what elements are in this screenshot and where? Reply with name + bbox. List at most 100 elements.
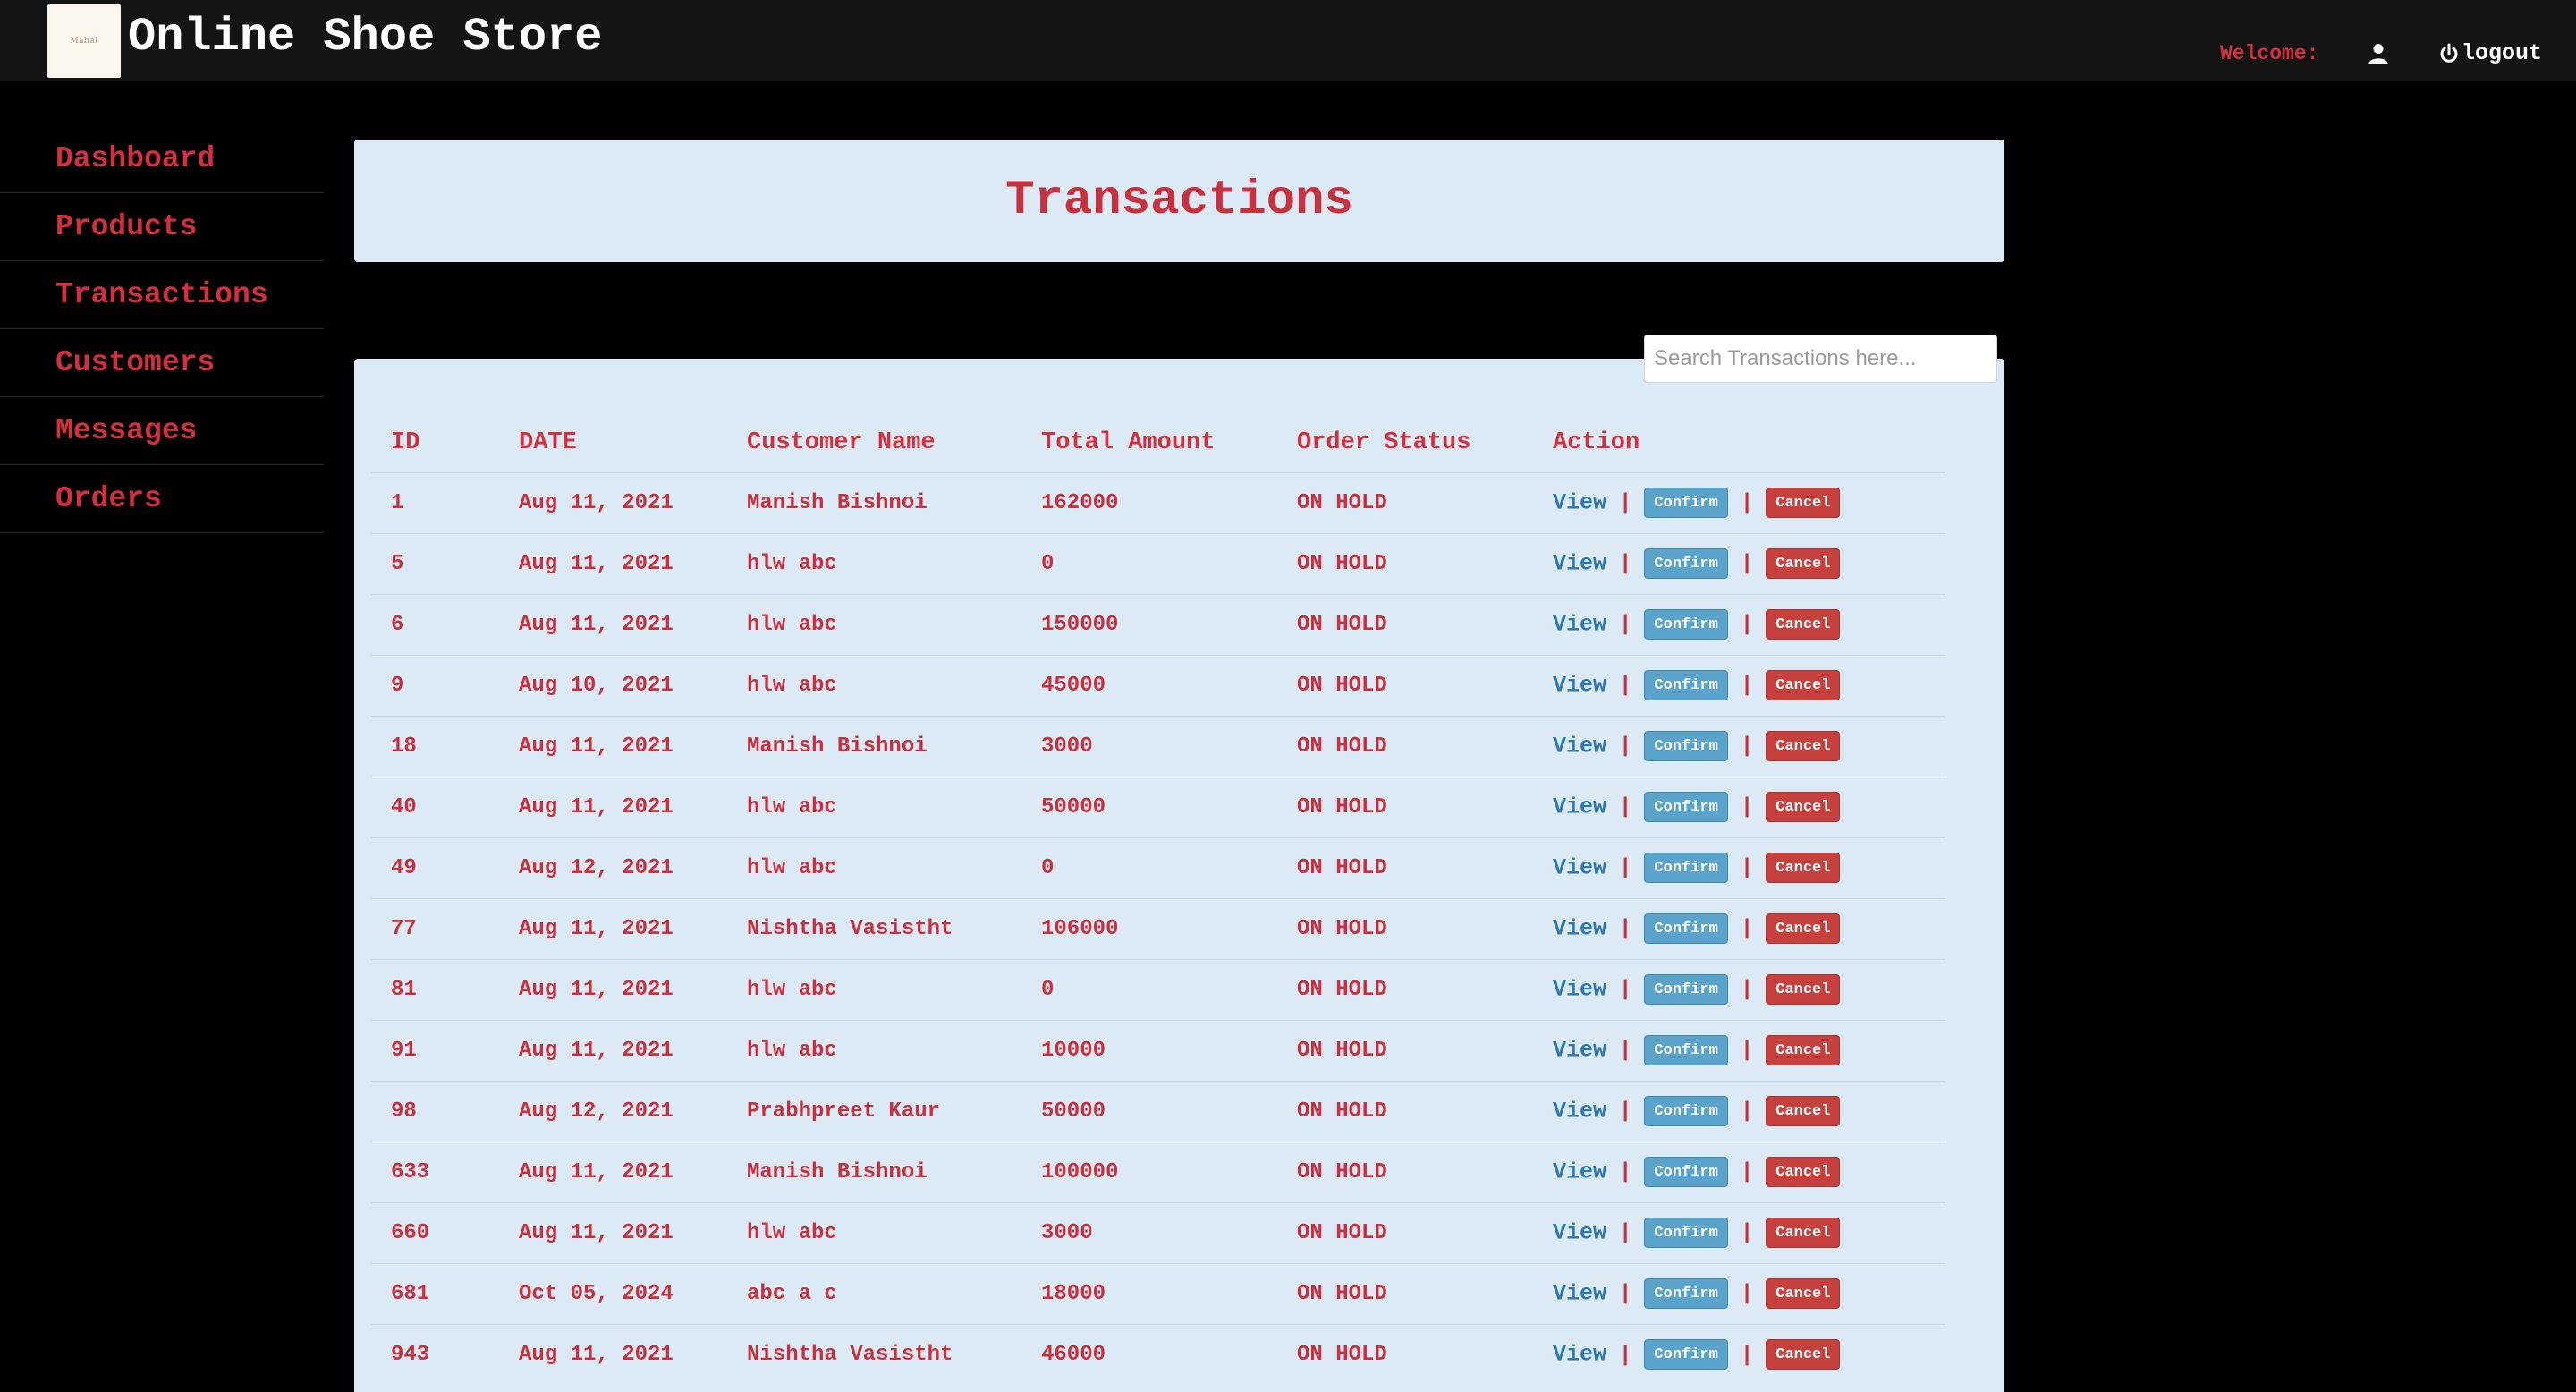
confirm-button[interactable]: Confirm [1644,853,1728,883]
cell-actions: View | Confirm | Cancel [1533,715,1945,777]
cancel-button[interactable]: Cancel [1766,609,1841,640]
view-link[interactable]: View [1553,915,1606,941]
sidebar-item-dashboard[interactable]: Dashboard [0,125,324,193]
view-link[interactable]: View [1553,1037,1606,1063]
cell-amount: 162000 [1021,471,1277,533]
cell-actions: View | Confirm | Cancel [1533,836,1945,898]
cancel-button[interactable]: Cancel [1766,974,1841,1005]
view-link[interactable]: View [1553,1280,1606,1306]
cancel-button[interactable]: Cancel [1766,1157,1841,1187]
cell-date: Aug 11, 2021 [499,593,727,655]
separator: | [1619,917,1632,942]
table-body: 1 Aug 11, 2021 Manish Bishnoi 162000 ON HOLD… [371,471,1945,1385]
cell-customer: Manish Bishnoi [727,715,1021,777]
view-link[interactable]: View [1553,794,1606,819]
cell-actions: View | Confirm | Cancel [1533,897,1945,959]
sidebar-item-transactions[interactable]: Transactions [0,261,324,329]
cell-amount: 3000 [1021,1201,1277,1263]
cell-date: Aug 11, 2021 [499,715,727,777]
confirm-button[interactable]: Confirm [1644,670,1728,700]
view-link[interactable]: View [1553,854,1606,880]
cancel-button[interactable]: Cancel [1766,670,1841,700]
separator: | [1740,856,1754,881]
cancel-button[interactable]: Cancel [1766,853,1841,883]
cancel-button[interactable]: Cancel [1766,731,1841,761]
cancel-button[interactable]: Cancel [1766,1218,1841,1248]
separator: | [1619,1282,1632,1307]
cancel-button[interactable]: Cancel [1766,792,1841,822]
store-logo[interactable]: Mahal [47,4,121,78]
cell-amount: 45000 [1021,654,1277,716]
cell-status: ON HOLD [1277,1323,1533,1385]
sidebar-item-products[interactable]: Products [0,193,324,261]
separator: | [1619,1099,1632,1125]
confirm-button[interactable]: Confirm [1644,548,1728,579]
cell-customer: Nishtha Vasistht [727,1323,1021,1385]
cell-date: Aug 11, 2021 [499,897,727,959]
table-row: 18 Aug 11, 2021 Manish Bishnoi 3000 ON HOLD V… [371,715,1945,777]
confirm-button[interactable]: Confirm [1644,974,1728,1005]
cell-amount: 100000 [1021,1141,1277,1202]
confirm-button[interactable]: Confirm [1644,1157,1728,1187]
logo-text: Mahal [70,37,98,46]
separator: | [1740,1160,1754,1185]
view-link[interactable]: View [1553,1159,1606,1184]
cell-id: 81 [371,958,499,1020]
cell-amount: 106000 [1021,897,1277,959]
cell-actions: View | Confirm | Cancel [1533,1019,1945,1081]
cell-customer: hlw abc [727,532,1021,594]
confirm-button[interactable]: Confirm [1644,1218,1728,1248]
search-input[interactable] [1644,335,1997,383]
view-link[interactable]: View [1553,672,1606,698]
view-link[interactable]: View [1553,1098,1606,1124]
cancel-button[interactable]: Cancel [1766,1035,1841,1065]
cell-customer: Manish Bishnoi [727,1141,1021,1202]
cancel-button[interactable]: Cancel [1766,1339,1841,1371]
cancel-button[interactable]: Cancel [1766,488,1841,518]
table-row: 6 Aug 11, 2021 hlw abc 150000 ON HOLD View | Co… [371,593,1945,655]
separator: | [1619,613,1632,638]
confirm-button[interactable]: Confirm [1644,731,1728,761]
view-link[interactable]: View [1553,733,1606,759]
logout-link[interactable]: logout [2438,40,2542,66]
view-link[interactable]: View [1553,1342,1606,1368]
cancel-button[interactable]: Cancel [1766,1278,1841,1309]
cell-id: 633 [371,1141,499,1202]
cell-date: Aug 10, 2021 [499,654,727,716]
brand-title[interactable]: Online Shoe Store [128,11,603,64]
view-link[interactable]: View [1553,1219,1606,1245]
cell-date: Aug 12, 2021 [499,1080,727,1142]
cell-id: 6 [371,593,499,655]
confirm-button[interactable]: Confirm [1644,1035,1728,1065]
confirm-button[interactable]: Confirm [1644,488,1728,518]
user-icon[interactable] [2367,42,2390,65]
cancel-button[interactable]: Cancel [1766,1096,1841,1126]
view-link[interactable]: View [1553,976,1606,1002]
confirm-button[interactable]: Confirm [1644,1096,1728,1126]
cell-customer: Prabhpreet Kaur [727,1080,1021,1142]
confirm-button[interactable]: Confirm [1644,1339,1728,1371]
separator: | [1619,1221,1632,1246]
view-link[interactable]: View [1553,611,1606,637]
cell-status: ON HOLD [1277,1201,1533,1263]
separator: | [1740,1039,1754,1064]
sidebar-item-messages[interactable]: Messages [0,397,324,465]
confirm-button[interactable]: Confirm [1644,913,1728,944]
cell-status: ON HOLD [1277,471,1533,533]
confirm-button[interactable]: Confirm [1644,1278,1728,1309]
separator: | [1740,1343,1754,1368]
confirm-button[interactable]: Confirm [1644,792,1728,822]
confirm-button[interactable]: Confirm [1644,609,1728,640]
cell-customer: Nishtha Vasistht [727,897,1021,959]
sidebar-item-customers[interactable]: Customers [0,329,324,397]
cell-actions: View | Confirm | Cancel [1533,593,1945,655]
table-row: 49 Aug 12, 2021 hlw abc 0 ON HOLD View | Confir… [371,836,1945,898]
column-header-date: DATE [519,429,577,456]
view-link[interactable]: View [1553,550,1606,576]
cancel-button[interactable]: Cancel [1766,913,1841,944]
sidebar-item-orders[interactable]: Orders [0,465,324,533]
separator: | [1740,734,1754,760]
cancel-button[interactable]: Cancel [1766,548,1841,579]
cell-customer: hlw abc [727,1201,1021,1263]
view-link[interactable]: View [1553,489,1606,515]
